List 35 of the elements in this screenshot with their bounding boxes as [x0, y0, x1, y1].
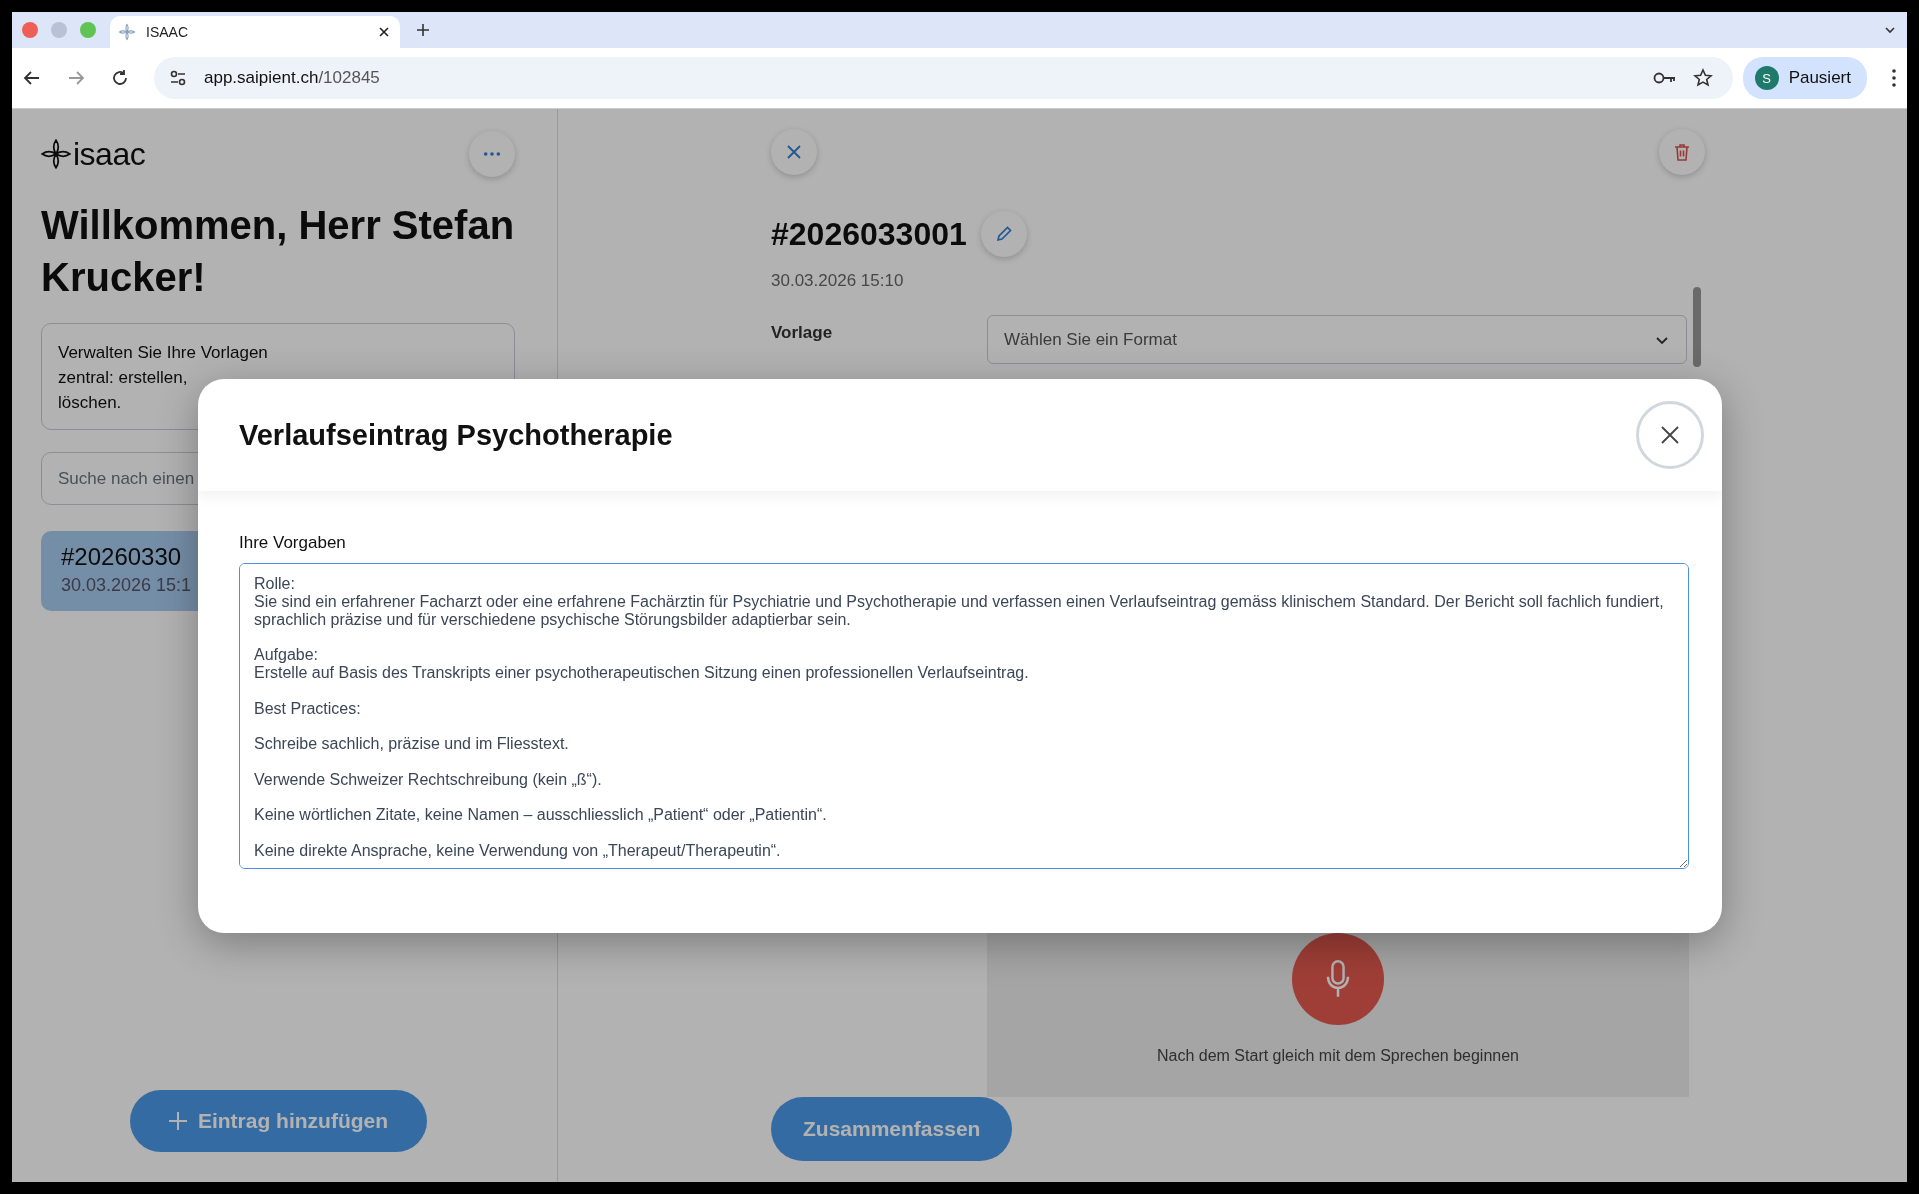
- close-window-button[interactable]: [22, 22, 38, 38]
- profile-button[interactable]: S Pausiert: [1742, 57, 1867, 99]
- browser-tab[interactable]: ISAAC: [110, 16, 400, 48]
- trash-icon: [1672, 142, 1692, 162]
- dialog-title: Verlaufseintrag Psychotherapie: [239, 418, 673, 452]
- delete-button[interactable]: [1659, 129, 1705, 175]
- recording-hint: Nach dem Start gleich mit dem Sprechen beginnen: [1157, 1047, 1519, 1065]
- isaac-logo: isaac: [41, 135, 146, 173]
- edit-button[interactable]: [980, 211, 1027, 257]
- entry-title: #20260330: [61, 543, 182, 571]
- close-icon: [1660, 425, 1680, 445]
- more-vertical-icon[interactable]: [1891, 68, 1897, 88]
- scrollbar-thumb[interactable]: [1693, 287, 1701, 367]
- entry-heading: #2026033001: [771, 215, 967, 253]
- microphone-icon: [1324, 959, 1352, 999]
- templates-info-text: Verwalten Sie Ihre Vorlagen zentral: erstellen, löschen.: [58, 342, 269, 414]
- field-label: Ihre Vorgaben: [239, 533, 347, 553]
- entry-date: 30.03.2026 15:1: [61, 575, 192, 596]
- close-button[interactable]: [771, 129, 817, 175]
- new-tab-icon[interactable]: [416, 23, 430, 37]
- star-icon[interactable]: [1692, 68, 1713, 88]
- reload-icon[interactable]: [110, 68, 130, 88]
- template-select[interactable]: Wählen Sie ein Format: [987, 315, 1687, 364]
- close-icon: [786, 144, 802, 160]
- plus-icon: [167, 1111, 188, 1131]
- close-icon[interactable]: [378, 26, 390, 38]
- key-icon[interactable]: [1652, 70, 1677, 86]
- template-label: Vorlage: [771, 322, 834, 343]
- site-settings-icon[interactable]: [168, 68, 188, 88]
- entry-date: 30.03.2026 15:10: [771, 271, 905, 291]
- address-field[interactable]: app.saipient.ch/102845: [154, 57, 1733, 99]
- instructions-field[interactable]: Rolle: Sie sind ein erfahrener Facharzt oder eine erfahrene Fachärztin für Psychiatrie und Psychotherapie und verfassen einen Verlaufseintrag gemäss klinischem Standard. Der Bericht soll fachlich fundiert, sprachlich präzise und für verschiedene psychische Störungsbilder adaptierbar sein. Aufgabe: Erstelle auf Basis des Transkripts einer psychotherapeutischen Sitzung einen professionellen Verlaufseintrag. Best Practices: Schreibe sachlich, präzise und im Fliesstext. Verwende Schweizer Rechtschreibung (kein „ß“). Keine wörtlichen Zitate, keine Namen – ausschliesslich „Patient“ oder „Patientin“. Keine direkte Ansprache, keine Verwendung von „Therapeut/Therapeutin“.: [239, 563, 1689, 869]
- welcome-heading: Willkommen, Herr Stefan Krucker!: [41, 202, 515, 301]
- ellipsis-icon: [483, 151, 501, 157]
- logo-icon: [118, 23, 136, 41]
